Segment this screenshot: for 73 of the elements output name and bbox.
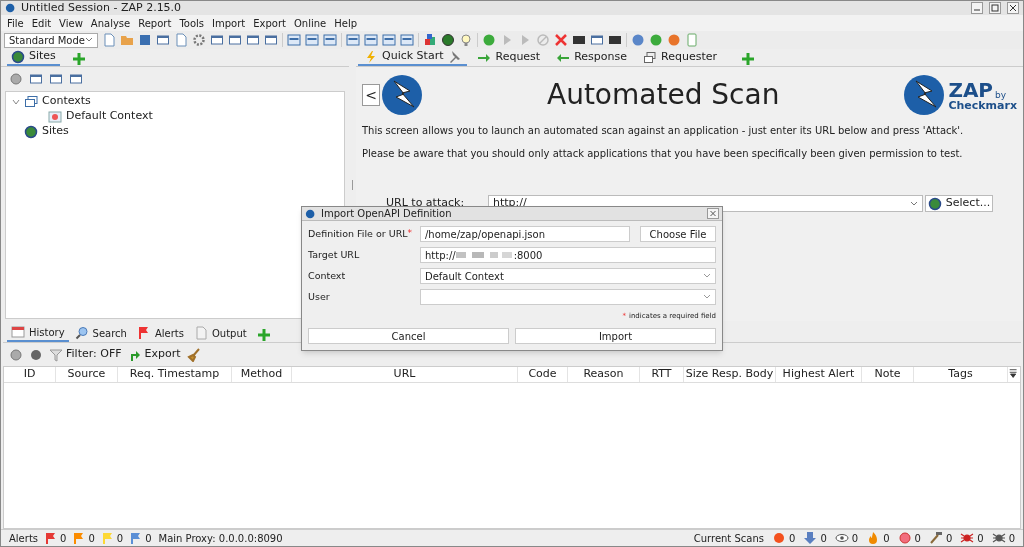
scan-count: 0 <box>1008 531 1015 546</box>
column-header[interactable]: Highest Alert <box>776 367 862 382</box>
scan-count: 0 <box>977 531 984 546</box>
menu-item[interactable]: Report <box>134 15 176 31</box>
panel-tab[interactable]: Output <box>189 324 251 342</box>
scan-count: 0 <box>914 531 921 546</box>
tree-item[interactable]: Sites <box>42 123 69 140</box>
work-tab[interactable]: Response <box>550 49 633 66</box>
work-tab[interactable]: Request <box>471 49 547 66</box>
panel-tab[interactable]: History <box>7 324 69 342</box>
column-header[interactable]: Source <box>56 367 118 382</box>
proxy-status: Main Proxy: 0.0.0.0:8090 <box>158 531 283 546</box>
dropdown-field[interactable]: Default Context <box>420 268 716 284</box>
field-label: User <box>308 289 330 304</box>
back-button[interactable]: < <box>362 84 380 106</box>
page-title: Automated Scan <box>546 77 781 113</box>
menu-item[interactable]: Import <box>208 15 250 31</box>
window-title: Untitled Session - ZAP 2.15.0 <box>21 1 183 16</box>
choose-file-button[interactable]: Choose File <box>640 226 716 242</box>
column-header[interactable]: Req. Timestamp <box>118 367 232 382</box>
alert-count: 0 <box>88 531 95 546</box>
tree-item[interactable]: Contexts <box>42 93 91 110</box>
dialog-button[interactable]: Import <box>515 328 716 344</box>
export-button[interactable]: Export <box>127 346 181 363</box>
panel-tab[interactable]: Search <box>70 324 131 342</box>
column-header[interactable]: URL <box>292 367 518 382</box>
column-header[interactable]: Tags <box>914 367 1008 382</box>
column-header[interactable]: Method <box>232 367 292 382</box>
required-mark: * <box>407 226 413 240</box>
scan-count: 0 <box>945 531 953 546</box>
tree-item[interactable]: Default Context <box>66 108 153 125</box>
menu-item[interactable]: Edit <box>27 15 56 31</box>
info-text: Please be aware that you should only attack applications that you have been specifically been given permission to test. <box>362 147 964 161</box>
file-field[interactable]: /home/zap/openapi.json <box>420 226 630 242</box>
menu-item[interactable]: Online <box>289 15 331 31</box>
field-label: Target URL <box>308 247 360 262</box>
alerts-label: Alerts <box>9 531 38 546</box>
alert-count: 0 <box>60 531 67 546</box>
scan-count: 0 <box>789 531 796 546</box>
work-tab[interactable]: Requester <box>637 49 723 66</box>
column-header[interactable]: RTT <box>640 367 684 382</box>
column-header[interactable]: Code <box>518 367 568 382</box>
alert-count: 0 <box>116 531 124 546</box>
logo-by-text: by <box>995 90 1007 100</box>
alert-count: 0 <box>145 531 152 546</box>
scan-count: 0 <box>820 531 827 546</box>
panel-tab[interactable]: Alerts <box>132 324 188 342</box>
column-header[interactable]: Size Resp. Body <box>684 367 776 382</box>
menu-item[interactable]: Analyse <box>86 15 135 31</box>
menu-item[interactable]: View <box>55 15 87 31</box>
column-header[interactable]: Note <box>862 367 914 382</box>
column-header[interactable]: ID <box>4 367 56 382</box>
dialog-title: Import OpenAPI Definition <box>321 207 453 221</box>
panel-tab[interactable]: Sites <box>7 49 60 66</box>
column-header[interactable]: Reason <box>568 367 640 382</box>
menu-item[interactable]: Help <box>330 15 362 31</box>
field-label: Context <box>308 268 346 283</box>
scan-count: 0 <box>851 531 859 546</box>
menu-item[interactable]: Tools <box>175 15 208 31</box>
mode-dropdown[interactable]: Standard Mode <box>4 32 98 48</box>
filter-button[interactable]: Filter: OFF <box>49 346 122 363</box>
menu-item[interactable]: Export <box>249 15 290 31</box>
menu-item[interactable]: File <box>3 15 28 31</box>
url-label: URL to attack: <box>386 195 466 210</box>
scans-label: Current Scans <box>693 531 764 546</box>
brand-text: Checkmarx <box>948 99 1017 111</box>
dialog-button[interactable]: Cancel <box>308 328 509 344</box>
logo-text: ZAP <box>948 79 994 100</box>
select-button[interactable]: Select... <box>925 195 993 212</box>
info-text: This screen allows you to launch an automated scan against an application - just enter its URL below and press 'Attack'. <box>362 124 965 138</box>
field-label: Definition File or URL <box>308 226 408 241</box>
target-url-field[interactable]: http:// :8000 <box>420 247 716 263</box>
scan-count: 0 <box>883 531 890 546</box>
